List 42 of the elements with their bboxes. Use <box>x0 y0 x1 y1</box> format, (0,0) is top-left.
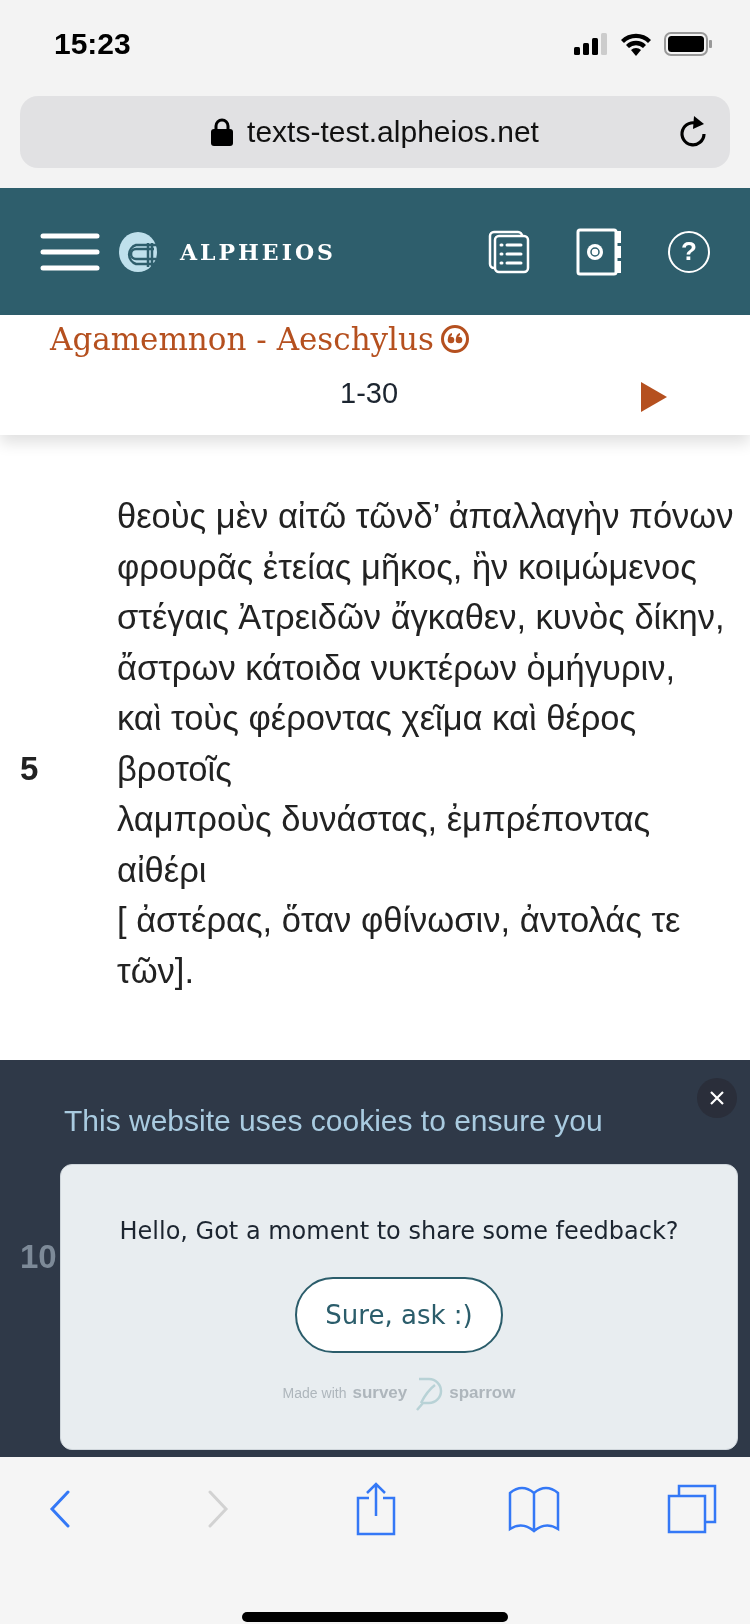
lock-icon <box>211 118 234 146</box>
close-icon <box>709 1090 725 1106</box>
document-title: Agamemnon - Aeschylus <box>50 321 434 357</box>
notebook-icon <box>576 227 622 276</box>
address-bar[interactable]: texts-test.alpheios.net <box>20 96 730 168</box>
help-button[interactable]: ? <box>668 230 710 273</box>
next-button[interactable] <box>640 381 668 413</box>
quote-icon[interactable] <box>439 324 470 354</box>
url-text: texts-test.alpheios.net <box>247 115 539 149</box>
bird-logo-icon <box>413 1375 444 1411</box>
survey-question: Hello, Got a moment to share some feedback? <box>119 1217 679 1245</box>
list-icon <box>488 229 530 274</box>
survey-start-button[interactable]: Sure, ask :) <box>295 1277 503 1353</box>
verse-line: φρουρᾶς ἐτείας μῆκος, ἣν κοιμώμενος <box>117 546 698 588</box>
brand-text: survey <box>352 1383 408 1403</box>
credit-text: Made with <box>282 1385 347 1401</box>
notebook-button[interactable] <box>576 227 622 276</box>
back-icon <box>49 1490 71 1528</box>
line-number: 5 <box>19 748 40 789</box>
signal-icon <box>574 33 608 55</box>
tabs-icon <box>667 1484 717 1534</box>
logo-text: ALPHEIOS <box>180 238 336 265</box>
play-icon <box>640 381 668 413</box>
wifi-icon <box>620 32 652 56</box>
clock-time: 15:23 <box>54 27 131 61</box>
reading-list-button[interactable] <box>488 229 530 274</box>
share-icon <box>356 1482 396 1536</box>
battery-icon <box>664 32 712 56</box>
book-icon <box>508 1485 560 1533</box>
brand-text: sparrow <box>449 1383 516 1403</box>
forward-icon <box>207 1490 229 1528</box>
cookie-notice: This website uses cookies to ensure you <box>64 1104 603 1138</box>
line-range: 1-30 <box>340 377 399 410</box>
verse-line: ἄστρων κάτοιδα νυκτέρων ὁμήγυριν, <box>117 647 677 689</box>
verse-line: θεοὺς μὲν αἰτῶ τῶνδ’ ἀπαλλαγὴν πόνων <box>117 496 735 537</box>
verse-line: [ ἀστέρας, ὅταν φθίνωσιν, ἀντολάς τε τῶν]. <box>117 900 682 992</box>
verse-line: στέγαις Ἀτρειδῶν ἄγκαθεν, κυνὸς δίκην, <box>117 597 726 638</box>
menu-button[interactable] <box>40 231 100 272</box>
verse-line: λαμπροὺς δυνάστας, ἐμπρέποντας αἰθέρι <box>117 799 652 891</box>
menu-icon <box>40 231 100 272</box>
close-button[interactable] <box>697 1078 737 1118</box>
line-number: 10 <box>19 1237 58 1277</box>
